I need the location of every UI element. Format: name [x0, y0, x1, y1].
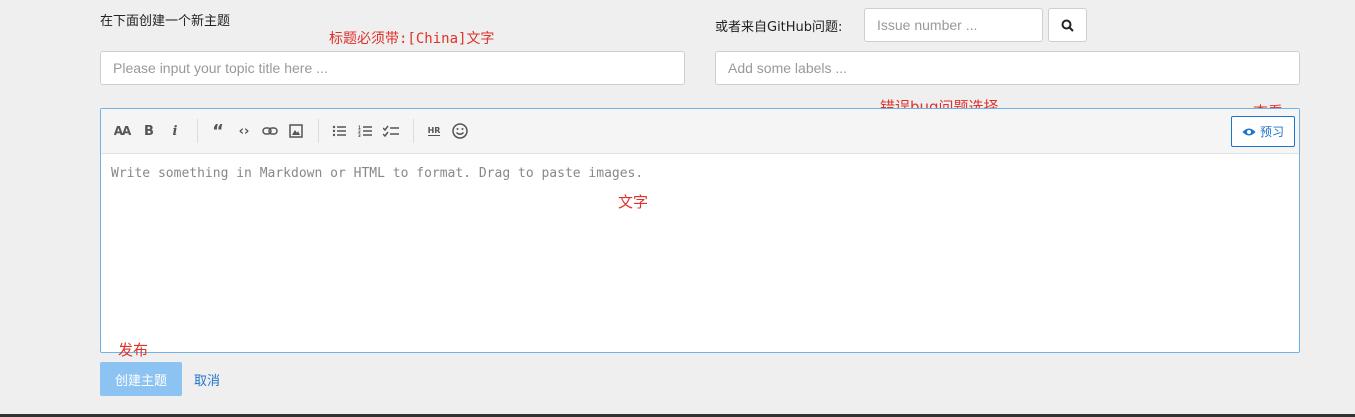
task-list-icon[interactable]	[381, 121, 401, 141]
issue-search-button[interactable]	[1048, 8, 1087, 42]
github-issue-label: 或者来自GitHub问题:	[715, 20, 843, 35]
italic-icon[interactable]: i	[165, 121, 185, 141]
topic-title-input[interactable]: Please input your topic title here ...	[100, 51, 685, 85]
create-topic-button[interactable]: 创建主题	[100, 362, 182, 396]
link-icon[interactable]	[260, 121, 280, 141]
publish-annotation: 发布	[118, 341, 149, 359]
emoji-icon[interactable]	[450, 121, 470, 141]
cancel-link[interactable]: 取消	[194, 370, 220, 389]
issue-number-input[interactable]: Issue number ...	[864, 8, 1043, 42]
horizontal-rule-icon[interactable]: HR	[424, 121, 444, 141]
svg-text:3: 3	[358, 133, 361, 137]
labels-input[interactable]: Add some labels ...	[715, 51, 1300, 85]
title-annotation: 标题必须带:[China]文字	[329, 31, 495, 47]
toolbar-divider	[413, 119, 414, 143]
numbered-list-icon[interactable]: 123	[355, 121, 375, 141]
font-size-icon[interactable]: AA	[111, 121, 133, 141]
editor-toolbar: AA B i “ ‹› 123 HR 预习	[101, 109, 1299, 154]
image-icon[interactable]	[286, 121, 306, 141]
quote-icon[interactable]: “	[208, 121, 228, 142]
markdown-editor[interactable]: AA B i “ ‹› 123 HR 预习 Write something in…	[100, 108, 1300, 353]
editor-placeholder[interactable]: Write something in Markdown or HTML to f…	[111, 166, 643, 181]
text-annotation: 文字	[618, 193, 649, 211]
toolbar-divider	[197, 119, 198, 143]
eye-icon	[1242, 128, 1256, 135]
code-icon[interactable]: ‹›	[234, 121, 254, 141]
search-icon	[1061, 19, 1074, 32]
bullet-list-icon[interactable]	[329, 121, 349, 141]
preview-label: 预习	[1259, 125, 1284, 139]
toolbar-divider	[318, 119, 319, 143]
bold-icon[interactable]: B	[139, 121, 159, 141]
create-topic-label: 在下面创建一个新主题	[100, 14, 231, 29]
preview-button[interactable]: 预习	[1231, 116, 1295, 147]
